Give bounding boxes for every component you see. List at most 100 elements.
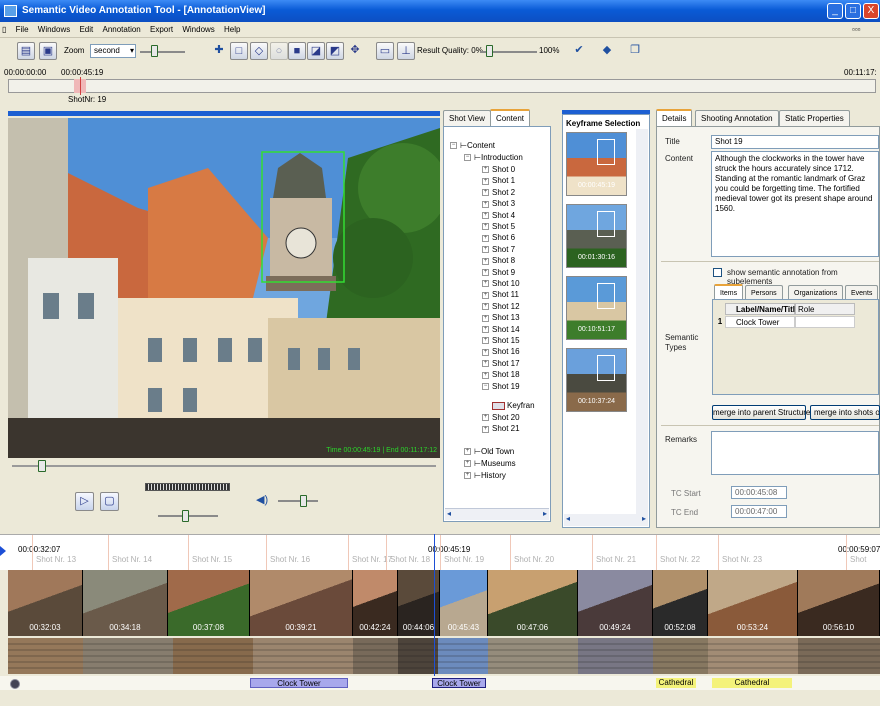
- annotation-clock-tower-1[interactable]: Clock Tower: [250, 678, 348, 688]
- expand-icon[interactable]: +: [464, 460, 471, 468]
- tree-node-shot[interactable]: + Shot 1: [482, 176, 515, 186]
- table-header-label[interactable]: Label/Name/Titl: [725, 303, 795, 315]
- expand-icon[interactable]: +: [482, 314, 489, 322]
- title-input[interactable]: Shot 19: [711, 135, 879, 149]
- menu-help[interactable]: Help: [220, 22, 243, 34]
- menu-file[interactable]: File: [12, 22, 32, 34]
- tree-node-old-town[interactable]: + ⊢Old Town: [464, 447, 514, 457]
- shot-timeline[interactable]: 00:00:32:07 00:00:45:19 00:00:59:07 Shot…: [0, 534, 880, 571]
- filmstrip-frame[interactable]: 00:34:18: [83, 570, 168, 636]
- tab-content[interactable]: Content: [490, 109, 531, 126]
- expand-icon[interactable]: +: [482, 189, 489, 197]
- close-button[interactable]: X: [863, 3, 879, 19]
- expand-icon[interactable]: +: [464, 448, 471, 456]
- tc-start-input[interactable]: 00:00:45:08: [731, 486, 787, 499]
- keyframe-thumbnail[interactable]: 00:00:45:19: [566, 132, 627, 196]
- tab-shooting-annotation[interactable]: Shooting Annotation: [695, 110, 779, 126]
- region-icon[interactable]: ■: [288, 42, 306, 60]
- expand-icon[interactable]: +: [464, 472, 471, 480]
- tab-static-properties[interactable]: Static Properties: [779, 110, 850, 126]
- scroll-right-icon[interactable]: ▸: [642, 514, 646, 523]
- menu-annotation[interactable]: Annotation: [98, 22, 143, 34]
- content-textarea[interactable]: Although the clockworks in the tower hav…: [711, 151, 879, 257]
- tree-node-shot[interactable]: − Shot 19: [482, 382, 520, 392]
- save-icon[interactable]: ▣: [39, 42, 57, 60]
- filmstrip-frame[interactable]: 00:42:24: [353, 570, 398, 636]
- rectangle-icon[interactable]: □: [230, 42, 248, 60]
- copy-icon[interactable]: ❐: [626, 42, 644, 60]
- scroll-left-icon[interactable]: ◂: [447, 509, 451, 518]
- expand-icon[interactable]: +: [482, 371, 489, 379]
- remarks-textarea[interactable]: [711, 431, 879, 475]
- expand-icon[interactable]: +: [482, 246, 489, 254]
- zoom-select[interactable]: second ▾: [90, 44, 136, 58]
- volume-slider-thumb[interactable]: [300, 495, 307, 507]
- zoom-slider-thumb[interactable]: [151, 45, 158, 57]
- filmstrip-frame[interactable]: 00:45:43: [440, 570, 488, 636]
- expand-icon[interactable]: +: [482, 268, 489, 276]
- expand-icon[interactable]: +: [482, 211, 489, 219]
- tree-node-introduction[interactable]: − ⊢Introduction: [464, 153, 523, 163]
- tab-events[interactable]: Events: [845, 285, 879, 299]
- shot-label[interactable]: Shot Nr. 20: [514, 555, 554, 564]
- tree-node-shot[interactable]: + Shot 5: [482, 222, 515, 232]
- region-add-icon[interactable]: ◪: [307, 42, 325, 60]
- record-icon[interactable]: [10, 679, 20, 689]
- mdi-controls[interactable]: ▫▫▫: [852, 25, 876, 35]
- shot-label[interactable]: Shot Nr. 23: [722, 555, 762, 564]
- keyframe-thumbnail[interactable]: 00:10:37:24: [566, 348, 627, 412]
- scroll-left-icon[interactable]: ◂: [566, 514, 570, 523]
- overview-timeline[interactable]: 00:00:00:00 00:00:45:19 00:11:17: ShotNr…: [0, 66, 880, 108]
- table-cell-label[interactable]: Clock Tower: [725, 316, 795, 328]
- volume-slider-track[interactable]: [278, 500, 318, 502]
- expand-icon[interactable]: +: [482, 234, 489, 242]
- timeline-playhead[interactable]: [434, 534, 435, 690]
- tree-node-shot[interactable]: + Shot 15: [482, 336, 520, 346]
- maximize-button[interactable]: □: [845, 3, 861, 19]
- expand-icon[interactable]: +: [482, 325, 489, 333]
- menu-edit[interactable]: Edit: [75, 22, 96, 34]
- tree-node-shot[interactable]: + Shot 16: [482, 347, 520, 357]
- speech-icon[interactable]: ◆: [598, 42, 616, 60]
- collapse-icon[interactable]: −: [450, 142, 457, 150]
- merge-parent-button[interactable]: merge into parent Structure: [712, 405, 810, 420]
- filmstrip-frame[interactable]: 00:56:10: [798, 570, 880, 636]
- expand-icon[interactable]: +: [482, 348, 489, 356]
- check-icon[interactable]: ✔: [570, 42, 588, 60]
- tree-node-shot[interactable]: + Shot 6: [482, 233, 515, 243]
- expand-icon[interactable]: +: [482, 200, 489, 208]
- filmstrip-frame[interactable]: 00:32:03: [8, 570, 83, 636]
- video-seek-bar[interactable]: [8, 458, 440, 472]
- scroll-right-icon[interactable]: ▸: [543, 509, 547, 518]
- open-icon[interactable]: ▤: [17, 42, 35, 60]
- expand-icon[interactable]: +: [482, 337, 489, 345]
- keyframe-horizontal-scrollbar[interactable]: ◂ ▸: [564, 514, 648, 526]
- tree-node-shot[interactable]: + Shot 2: [482, 188, 515, 198]
- ellipse-icon[interactable]: ○: [270, 42, 288, 60]
- overview-track[interactable]: [8, 79, 876, 93]
- playhead[interactable]: [80, 77, 81, 95]
- tree-node-shot[interactable]: + Shot 21: [482, 424, 520, 434]
- expand-icon[interactable]: +: [482, 414, 489, 422]
- show-semantic-checkbox[interactable]: [713, 268, 722, 277]
- tree-node-shot[interactable]: + Shot 20: [482, 413, 520, 423]
- tree-node-shot[interactable]: + Shot 13: [482, 313, 520, 323]
- filmstrip-frame[interactable]: 00:49:24: [578, 570, 653, 636]
- table-header-role[interactable]: Role: [795, 303, 855, 315]
- keyframe-thumbnail[interactable]: 00:01:30:16: [566, 204, 627, 268]
- filmstrip-frame[interactable]: 00:37:08: [168, 570, 250, 636]
- expand-icon[interactable]: +: [482, 223, 489, 231]
- pan-icon[interactable]: ✥: [346, 42, 364, 60]
- filmstrip-frame[interactable]: 00:39:21: [250, 570, 353, 636]
- tab-items[interactable]: Items: [714, 284, 744, 299]
- tree-node-shot[interactable]: + Shot 17: [482, 359, 520, 369]
- shot-label[interactable]: Shot Nr. 22: [660, 555, 700, 564]
- filmstrip-frame[interactable]: 00:47:06: [488, 570, 578, 636]
- tree-node-shot[interactable]: + Shot 9: [482, 268, 515, 278]
- tree-node-shot[interactable]: + Shot 8: [482, 256, 515, 266]
- tab-persons[interactable]: Persons: [745, 285, 783, 299]
- tree-node-shot[interactable]: + Shot 0: [482, 165, 515, 175]
- seek-track[interactable]: [12, 465, 436, 467]
- tab-details[interactable]: Details: [656, 109, 693, 126]
- tree-node-shot[interactable]: + Shot 12: [482, 302, 520, 312]
